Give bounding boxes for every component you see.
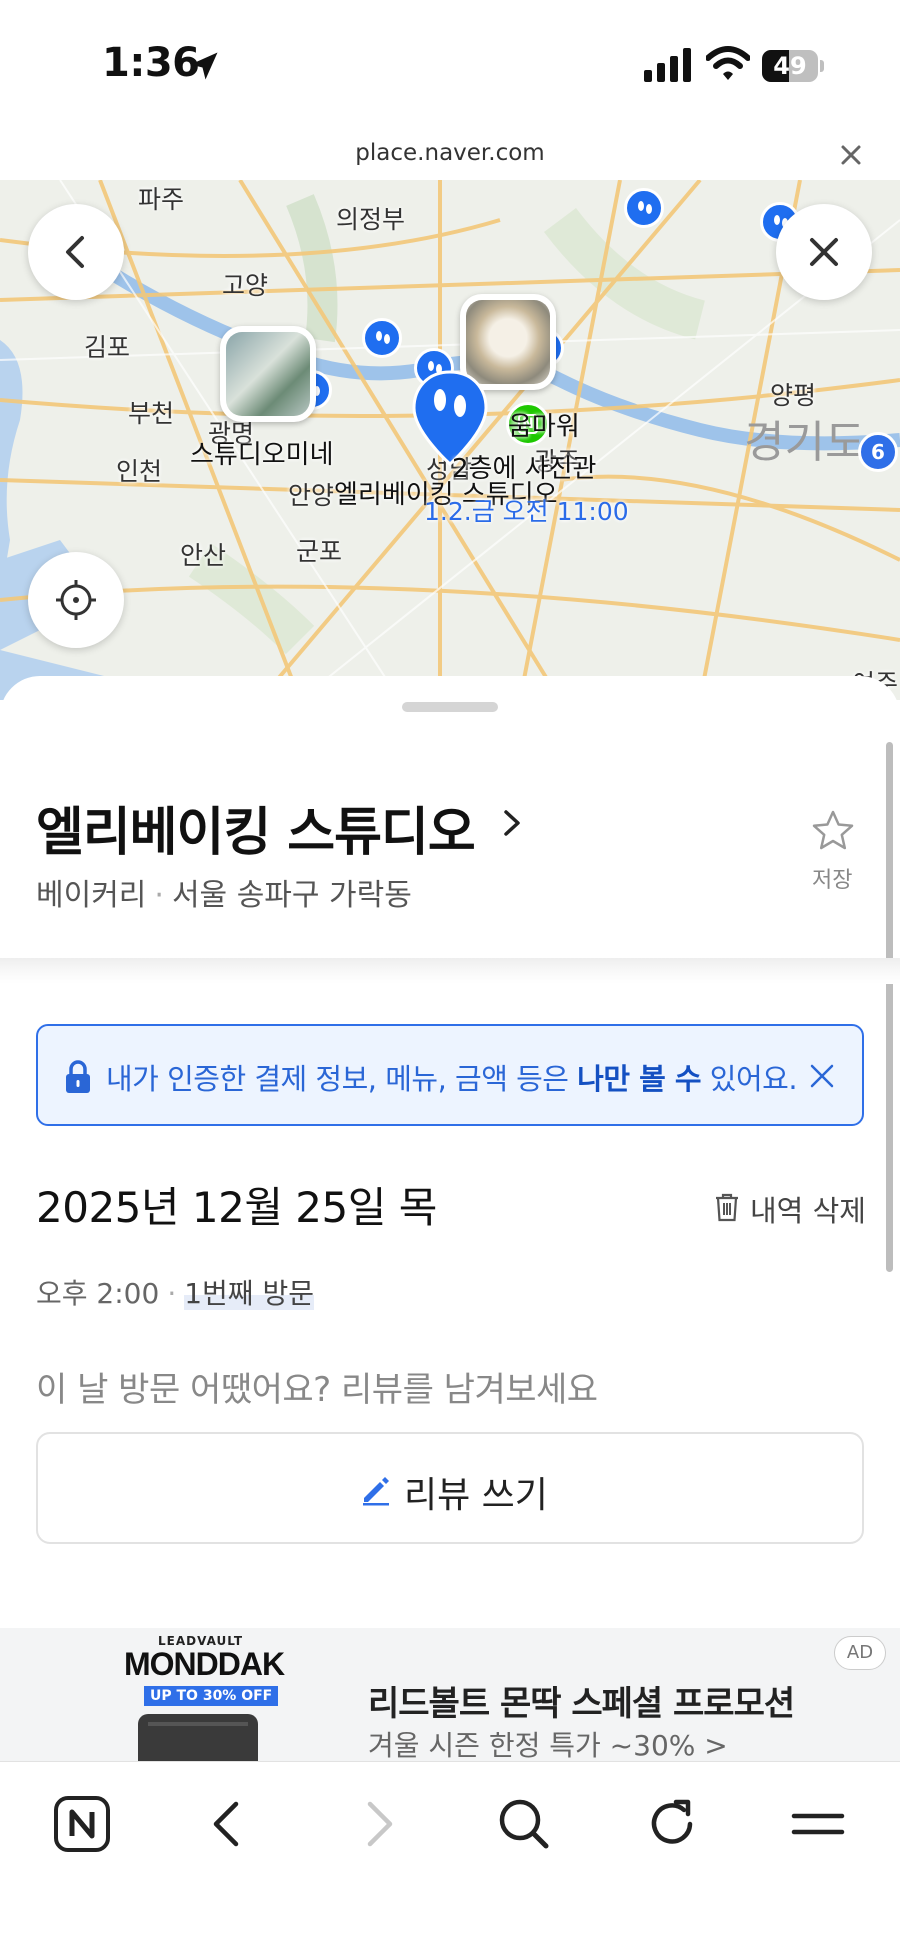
- url-bar[interactable]: place.naver.com: [0, 132, 900, 180]
- crosshair-icon: [56, 580, 96, 620]
- luggage-image: [138, 1714, 258, 1761]
- map-view[interactable]: 파주 의정부 고양 김포 부천 광명 인천 안양 안산 군포 성남 광주 양평 …: [0, 180, 900, 700]
- menu-button[interactable]: [786, 1792, 850, 1856]
- url-text: place.naver.com: [355, 140, 545, 166]
- back-button[interactable]: [196, 1792, 260, 1856]
- delete-history-label: 내역 삭제: [750, 1194, 866, 1228]
- chevron-left-icon: [66, 236, 84, 268]
- forward-icon: [367, 1801, 393, 1847]
- status-time: 1:36: [102, 40, 200, 86]
- back-icon: [213, 1801, 239, 1847]
- place-location: 서울 송파구 가락동: [171, 878, 412, 913]
- location-arrow-icon: [190, 52, 218, 80]
- map-label-paju: 파주: [138, 185, 185, 214]
- pencil-icon: [363, 1477, 389, 1506]
- map-label-ansan: 안산: [180, 541, 227, 570]
- visit-marker[interactable]: [362, 318, 402, 358]
- footprints-icon: [376, 331, 390, 344]
- map-label-anyang: 안양: [288, 481, 335, 510]
- map-label-bucheon: 부천: [128, 399, 175, 428]
- review-prompt: 이 날 방문 어땠어요? 리뷰를 남겨보세요: [36, 1370, 598, 1410]
- wifi-icon: [706, 46, 750, 80]
- map-label-gyeonggi: 경기도: [744, 417, 866, 468]
- map-close-button[interactable]: [776, 204, 872, 300]
- forward-button[interactable]: [346, 1792, 410, 1856]
- menu-icon: [791, 1813, 845, 1835]
- ad-badge[interactable]: AD: [834, 1636, 886, 1670]
- close-icon[interactable]: [838, 142, 864, 168]
- write-review-label: 리뷰 쓰기: [404, 1475, 548, 1516]
- visit-marker[interactable]: [624, 188, 664, 228]
- ad-subtitle[interactable]: 겨울 시즌 한정 특가 ~30% >: [368, 1724, 728, 1761]
- photo-marker-studio-mine[interactable]: [220, 326, 316, 422]
- map-visit-date-label: 1.2.금 오전 11:00: [424, 497, 629, 526]
- map-label-goyang: 고양: [222, 271, 269, 300]
- visit-date: 2025년 12월 25일 목: [36, 1183, 437, 1232]
- map-label-uijeongbu: 의정부: [336, 205, 406, 234]
- visit-time: 오후 2:00: [36, 1277, 160, 1310]
- browser-toolbar: [0, 1761, 900, 1951]
- naver-home-icon: [54, 1796, 110, 1852]
- section-divider: [0, 958, 900, 984]
- scrollbar[interactable]: [886, 742, 893, 1272]
- map-label-gimpo: 김포: [84, 333, 131, 362]
- place-title[interactable]: 엘리베이킹 스튜디오: [36, 790, 476, 865]
- place-category: 베이커리: [36, 878, 147, 913]
- map-place-studio-mine[interactable]: 스튜디오미네: [190, 434, 334, 471]
- ad-title[interactable]: 리드볼트 몬딱 스페셜 프로모션: [368, 1676, 795, 1725]
- notice-text: 내가 인증한 결제 정보, 메뉴, 금액 등은 나만 볼 수 있어요.: [106, 1062, 798, 1096]
- ad-brand-logo: MONDDAK: [124, 1646, 285, 1682]
- map-place-other[interactable]: 움마워: [508, 406, 580, 443]
- star-icon[interactable]: [810, 808, 856, 854]
- close-icon: [810, 238, 838, 266]
- write-review-button[interactable]: 리뷰 쓰기: [36, 1432, 864, 1544]
- search-icon: [499, 1799, 549, 1849]
- place-detail-sheet: 엘리베이킹 스튜디오 베이커리 · 서울 송파구 가락동 저장 내가 인증한 결제 …: [0, 676, 900, 1761]
- privacy-notice: 내가 인증한 결제 정보, 메뉴, 금액 등은 나만 볼 수 있어요.: [36, 1024, 864, 1126]
- battery-level: 49: [773, 52, 807, 80]
- trash-icon: [716, 1193, 738, 1222]
- naver-home-button[interactable]: [50, 1792, 114, 1856]
- close-icon[interactable]: [808, 1062, 836, 1090]
- cellular-signal-icon: [644, 48, 691, 82]
- footprints-icon: [638, 201, 652, 214]
- lock-icon: [66, 1060, 90, 1093]
- map-back-button[interactable]: [28, 204, 124, 300]
- ad-promo-badge: UP TO 30% OFF: [144, 1686, 279, 1706]
- sheet-grabber[interactable]: [402, 702, 498, 712]
- chevron-right-icon[interactable]: [500, 806, 524, 840]
- visit-count: 1번째 방문: [184, 1277, 314, 1310]
- reload-icon: [651, 1799, 693, 1844]
- status-bar: 1:36 49: [0, 0, 900, 130]
- reload-button[interactable]: [640, 1792, 704, 1856]
- save-label[interactable]: 저장: [812, 862, 852, 894]
- map-label-incheon: 인천: [116, 457, 163, 486]
- ad-banner[interactable]: LEADVAULT MONDDAK UP TO 30% OFF 리드볼트 몬딱 …: [0, 1628, 900, 1761]
- route-badge: 6: [858, 432, 898, 472]
- place-subtitle: 베이커리 · 서울 송파구 가락동: [36, 878, 412, 913]
- map-label-gunpo: 군포: [296, 537, 343, 566]
- battery-indicator: 49: [762, 50, 824, 82]
- visit-meta: 오후 2:00 · 1번째 방문: [36, 1277, 314, 1310]
- current-location-button[interactable]: [28, 552, 124, 648]
- search-button[interactable]: [492, 1792, 556, 1856]
